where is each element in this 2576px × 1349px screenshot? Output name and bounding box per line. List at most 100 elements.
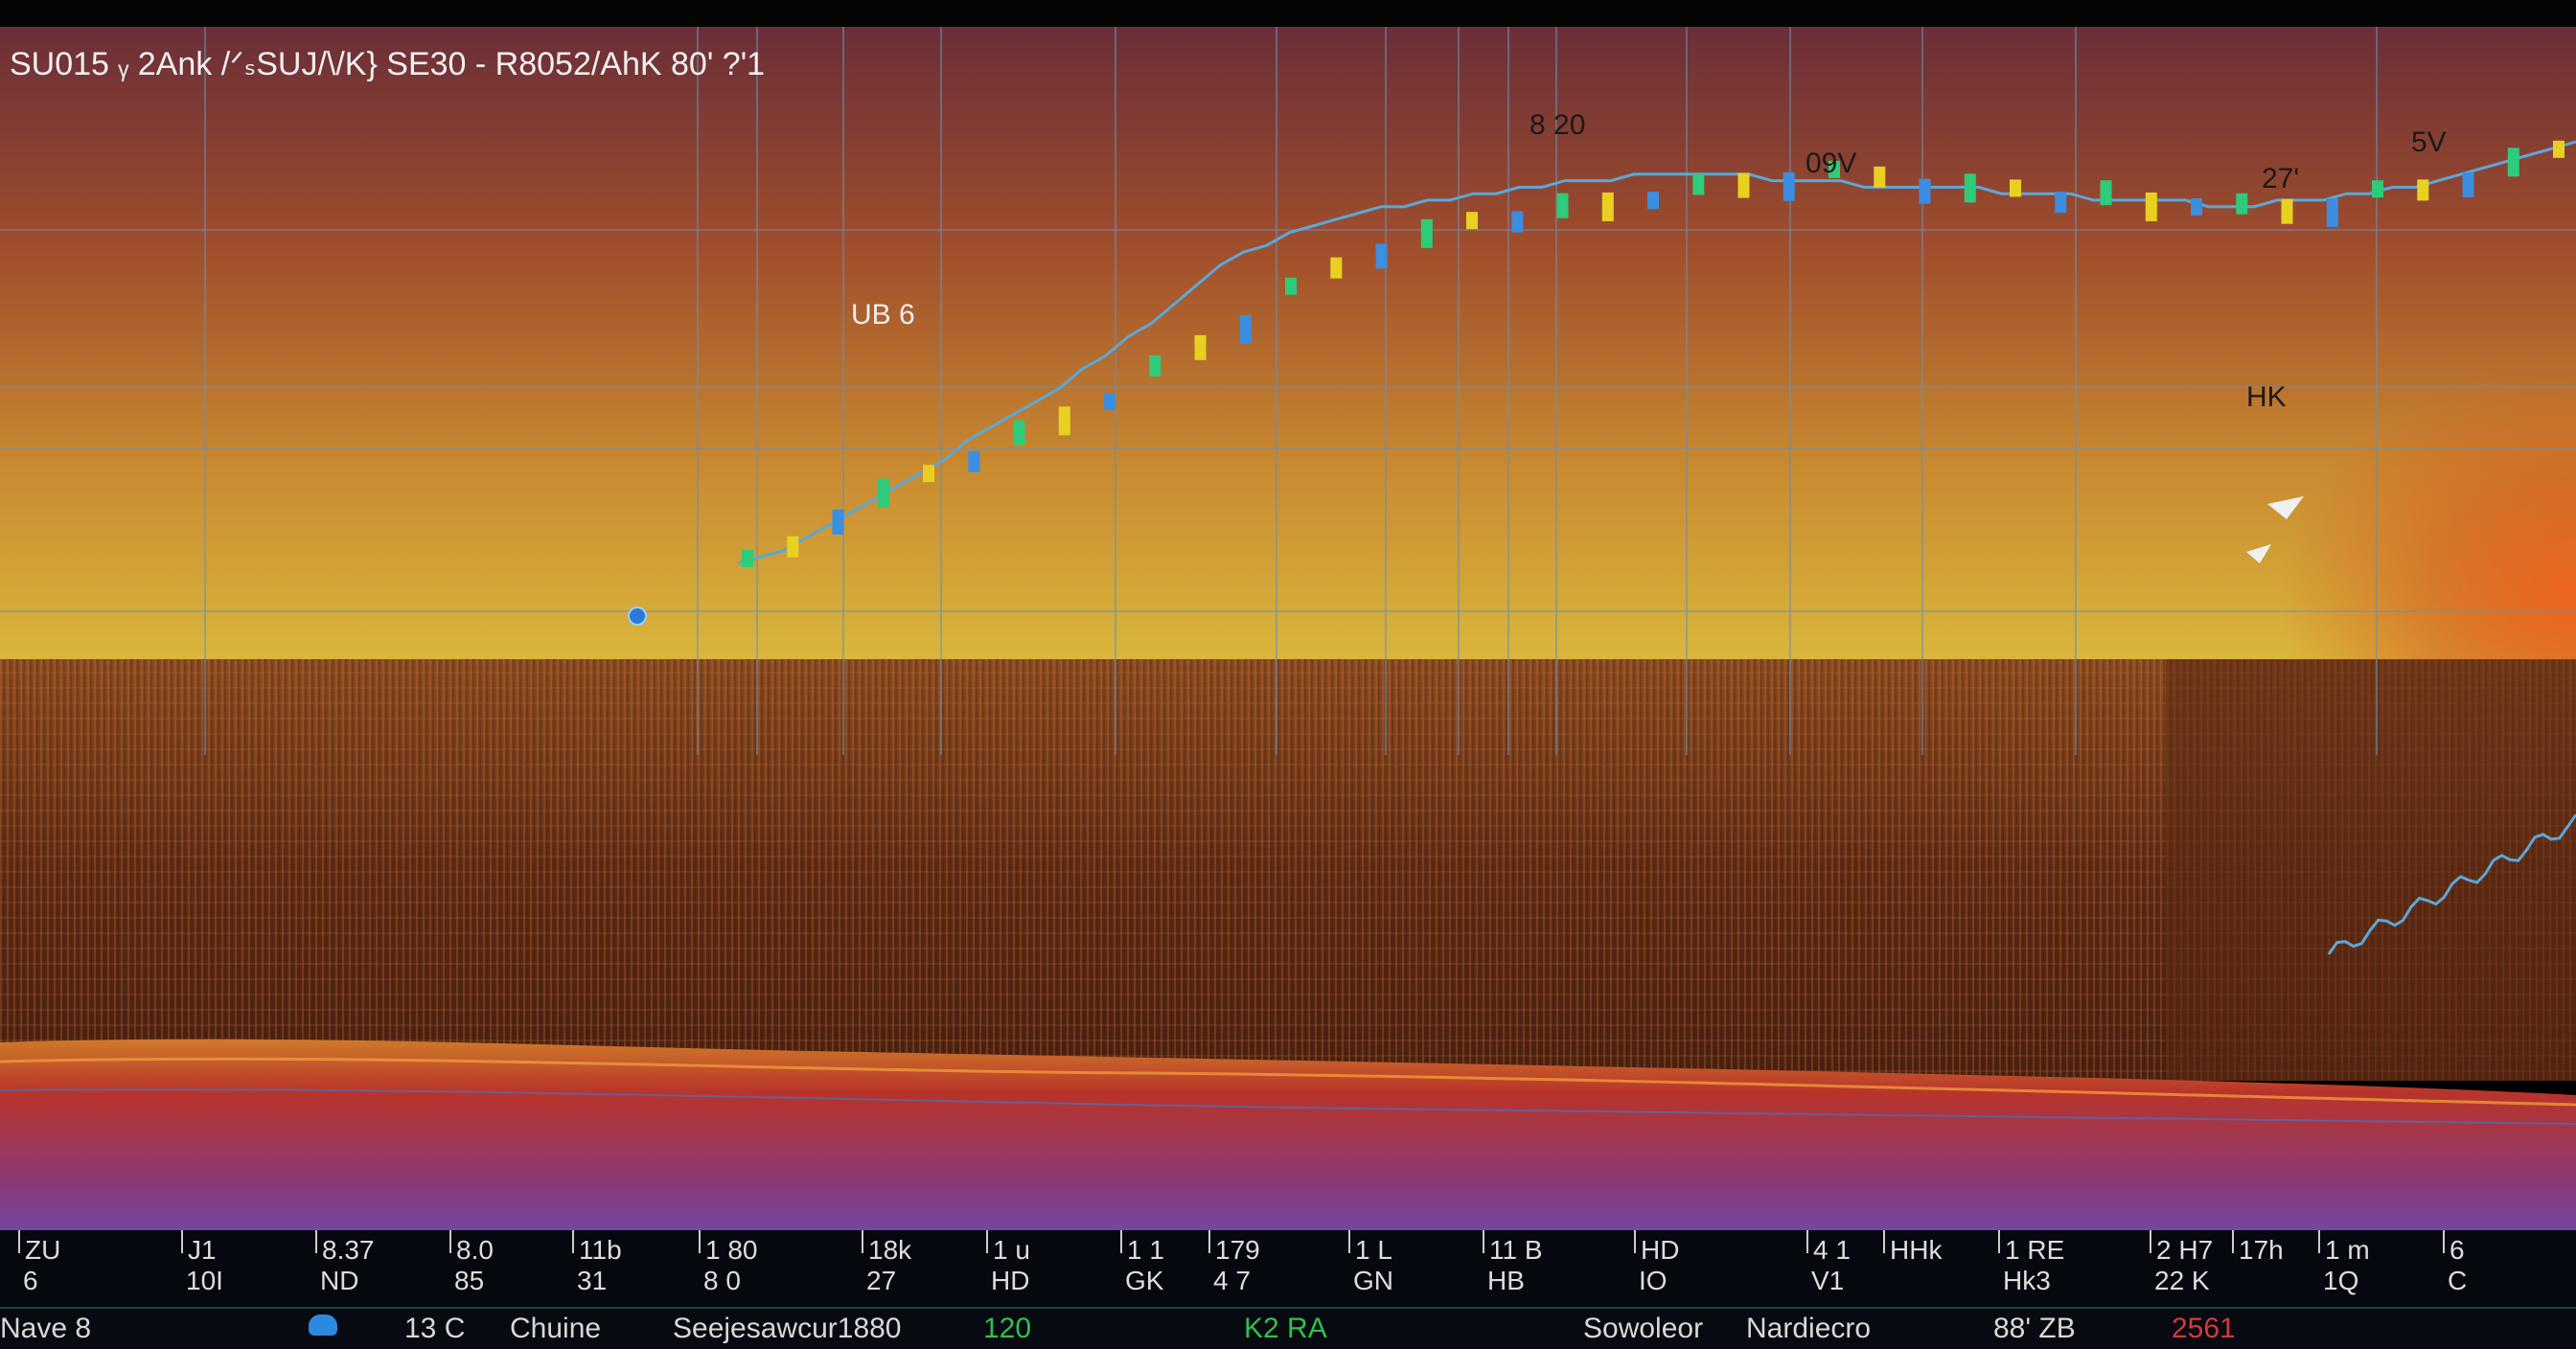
candle: [1375, 243, 1388, 269]
candle: [2236, 193, 2248, 215]
footer-label-1: Nave 8: [0, 1313, 92, 1344]
x-tick-label-top: HD: [1641, 1235, 1679, 1265]
x-tick-label-bottom: GN: [1353, 1266, 1393, 1295]
x-tick-label-top: 4 1: [1813, 1235, 1851, 1265]
cloud-icon[interactable]: [309, 1315, 337, 1336]
annotation-a4: 5V: [2411, 126, 2447, 158]
annotation-a1: 8 20: [1530, 109, 1585, 141]
marker-dot: [628, 606, 647, 626]
candle: [923, 465, 934, 483]
candle: [1420, 218, 1433, 248]
footer-label-8: Nardiecro: [1746, 1313, 1872, 1344]
x-tick-label-top: 11b: [579, 1235, 622, 1265]
chart-canvas: 8 20 09V 27' 5V UB 6 HK SU015 ᵧ 2Ank /ᐟₛ…: [0, 27, 2576, 1307]
x-tick-label-top: 11 B: [1489, 1235, 1543, 1265]
candle: [2191, 197, 2202, 216]
footer-label-10: 2561: [2172, 1313, 2236, 1344]
candle: [2372, 180, 2383, 198]
x-tick-label-top: 1 80: [705, 1235, 758, 1265]
candle: [1013, 420, 1025, 446]
candle: [2417, 179, 2429, 201]
candle: [1466, 212, 1478, 230]
x-tick-label-bottom: GK: [1125, 1266, 1164, 1295]
candle: [1511, 211, 1524, 233]
candle: [832, 509, 844, 535]
x-tick-label-top: 1 m: [2325, 1235, 2370, 1265]
candle: [2553, 140, 2564, 158]
x-tick-label-top: 8.37: [322, 1235, 375, 1265]
x-tick-label-bottom: Hk3: [2003, 1266, 2051, 1295]
candle: [787, 536, 799, 558]
x-tick-label-bottom: V1: [1811, 1266, 1844, 1295]
x-tick-label-bottom: 1Q: [2323, 1266, 2358, 1295]
x-tick-label-bottom: 22 K: [2154, 1266, 2210, 1295]
candle: [1737, 172, 1750, 198]
x-tick-label-bottom: 10I: [186, 1266, 223, 1295]
sun-glow: [1725, 27, 2576, 697]
x-tick-label-bottom: 31: [577, 1266, 607, 1295]
x-tick-label-top: 18k: [868, 1235, 912, 1265]
candle: [2281, 198, 2293, 224]
x-tick-label-top: 17h: [2239, 1235, 2284, 1265]
candle: [1782, 171, 1795, 201]
x-tick-label-bottom: C: [2448, 1266, 2467, 1295]
candle: [1874, 166, 1886, 188]
x-tick-label-top: 179: [1215, 1235, 1260, 1265]
candle: [1058, 406, 1070, 436]
footer-label-5: 120: [983, 1313, 1032, 1344]
candle: [1692, 173, 1705, 195]
annotation-a3: 27': [2262, 163, 2299, 194]
x-tick-label-top: 1 1: [1127, 1235, 1164, 1265]
footer-label-6: K2 RA: [1244, 1313, 1327, 1344]
annotation-a2: 09V: [1806, 148, 1856, 179]
candle: [1149, 354, 1162, 377]
x-tick-label-top: ZU: [25, 1235, 60, 1265]
candle: [2100, 180, 2112, 206]
top-bar: [0, 0, 2576, 27]
footer-label-7: Sowoleor: [1583, 1313, 1704, 1344]
candle: [2010, 179, 2021, 197]
x-tick-label-bottom: 27: [866, 1266, 896, 1295]
candle: [2507, 148, 2519, 177]
footer-label-2: 13 C: [404, 1313, 466, 1344]
x-tick-label-bottom: 85: [454, 1266, 484, 1295]
candle: [1964, 173, 1976, 203]
x-tick-label-top: J1: [188, 1235, 217, 1265]
candle: [2462, 171, 2474, 197]
candle: [968, 450, 980, 472]
candle: [1556, 193, 1569, 218]
footer-bar: Nave 8 13 C Chuine Seejesawcur1880 120 K…: [0, 1307, 2576, 1349]
candle: [1647, 192, 1659, 210]
x-tick-label-top: 6: [2450, 1235, 2465, 1265]
x-tick-label-bottom: IO: [1639, 1266, 1668, 1295]
x-tick-label-top: 1 L: [1355, 1235, 1392, 1265]
candle: [1104, 393, 1116, 410]
footer-label-3: Chuine: [510, 1313, 602, 1344]
x-tick-label-top: 1 u: [993, 1235, 1030, 1265]
x-tick-label-bottom: 4 7: [1213, 1266, 1251, 1295]
x-tick-label-top: HHk: [1890, 1235, 1943, 1265]
chart-title: SU015 ᵧ 2Ank /ᐟₛSUJ/\/K} SE30 - R8052/Ah…: [10, 46, 765, 82]
candle: [742, 550, 753, 567]
x-tick-label-top: 2 H7: [2156, 1235, 2213, 1265]
candle: [1194, 334, 1207, 360]
candle: [1330, 257, 1343, 279]
candle: [1239, 314, 1252, 344]
annotation-a5: UB 6: [851, 299, 915, 331]
candle: [877, 478, 889, 508]
footer-label-4: Seejesawcur1880: [673, 1313, 902, 1344]
candle: [1601, 192, 1614, 221]
right-block: [2166, 659, 2576, 1081]
footer-label-9: 88' ZB: [1993, 1313, 2076, 1344]
x-tick-label-top: 8.0: [456, 1235, 494, 1265]
x-tick-label-bottom: ND: [320, 1266, 358, 1295]
x-tick-label-bottom: HB: [1487, 1266, 1525, 1295]
candle: [1919, 178, 1931, 204]
x-tick-label-bottom: 8 0: [703, 1266, 741, 1295]
candle: [2145, 192, 2157, 221]
candle: [2055, 192, 2067, 214]
candle: [2326, 197, 2338, 227]
x-tick-label-bottom: HD: [991, 1266, 1029, 1295]
x-tick-label-bottom: 6: [23, 1266, 38, 1295]
chart-stage: 8 20 09V 27' 5V UB 6 HK SU015 ᵧ 2Ank /ᐟₛ…: [0, 0, 2576, 1349]
